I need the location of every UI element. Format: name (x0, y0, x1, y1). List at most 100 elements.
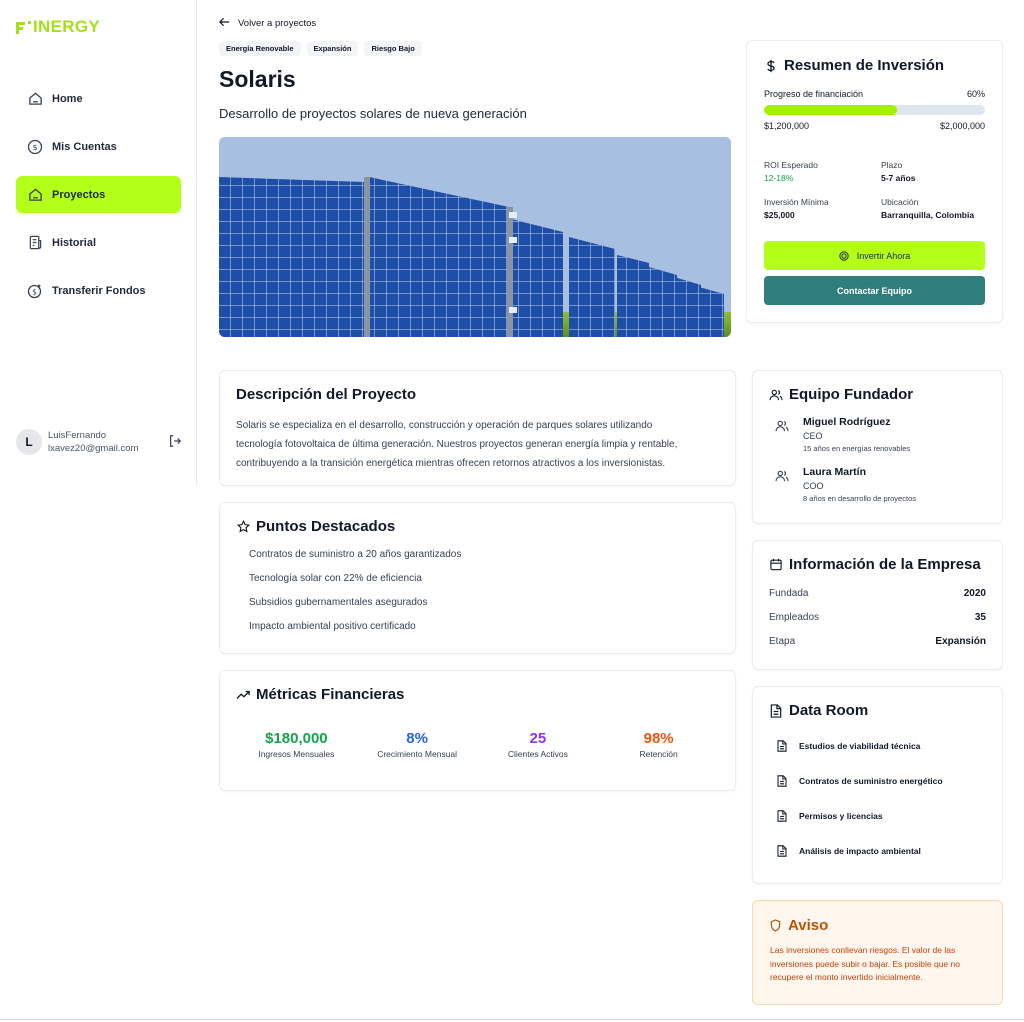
data-room-doc[interactable]: Estudios de viabilidad técnica (769, 728, 986, 763)
user-name: LuisFernando (48, 430, 107, 441)
logout-icon[interactable] (168, 434, 182, 448)
page-bottom-divider (0, 1019, 1024, 1020)
sidebar-item-label: Historial (52, 236, 97, 249)
roi-value: 12-18% (764, 173, 794, 183)
document-icon (777, 810, 788, 822)
term-field: Plazo 5-7 años (881, 160, 985, 183)
member-role: COO (803, 481, 824, 491)
row-value: 35 (974, 612, 986, 623)
amount-raised: $1,200,000 (764, 121, 810, 131)
contact-team-button[interactable]: Contactar Equipo (764, 276, 985, 305)
sidebar-item-home[interactable]: Home (16, 80, 181, 117)
users-icon (769, 388, 783, 402)
funding-progress: Progreso de financiación 60% $1,200,000 … (764, 89, 985, 131)
sidebar-item-proyectos[interactable]: Proyectos (16, 176, 181, 213)
min-investment-value: $25,000 (764, 210, 795, 220)
data-room-doc[interactable]: Contratos de suministro energético (769, 763, 986, 798)
team-member: Miguel Rodríguez CEO 15 años en energías… (769, 416, 986, 453)
company-rows: Fundada 2020 Empleados 35 Etapa Expansió… (769, 588, 986, 660)
sidebar: INERGY Home $ Mis Cuentas Proyectos Hist… (0, 0, 197, 486)
metric-label: Retención (639, 749, 678, 759)
page-title: Solaris (219, 66, 296, 92)
contact-team-label: Contactar Equipo (836, 285, 912, 296)
team-title: Equipo Fundador (789, 386, 914, 403)
sidebar-item-historial[interactable]: Historial (16, 224, 181, 261)
document-icon (777, 740, 788, 752)
doc-label: Permisos y licencias (799, 810, 883, 821)
metrics-title: Métricas Financieras (256, 686, 405, 703)
progress-header: Progreso de financiación 60% (764, 89, 985, 99)
description-card: Descripción del Proyecto Solaris se espe… (219, 370, 736, 486)
metric-label: Clientes Activos (507, 749, 568, 759)
data-room-card: Data Room Estudios de viabilidad técnica… (752, 686, 1003, 884)
sidebar-item-transferir-fondos[interactable]: $ Transferir Fondos (16, 272, 181, 309)
row-label: Etapa (769, 636, 796, 647)
doc-label: Análisis de impacto ambiental (799, 845, 921, 856)
doc-label: Estudios de viabilidad técnica (799, 740, 921, 751)
metrics-row: $180,000 Ingresos Mensuales 8% Crecimien… (236, 730, 719, 759)
dollar-icon (764, 59, 778, 73)
location-field: Ubicación Barranquilla, Colombia (881, 197, 985, 220)
row-label: Empleados (769, 612, 820, 623)
progress-percent: 60% (966, 89, 985, 99)
home-icon (26, 186, 44, 204)
users-icon (775, 469, 793, 487)
svg-text:$: $ (32, 287, 37, 296)
data-room-doc[interactable]: Permisos y licencias (769, 798, 986, 833)
sidebar-item-label: Home (52, 92, 83, 105)
sidebar-item-mis-cuentas[interactable]: $ Mis Cuentas (16, 128, 181, 165)
svg-text:$: $ (32, 143, 37, 152)
row-label: Fundada (769, 588, 809, 599)
metric-label: Ingresos Mensuales (258, 749, 335, 759)
brand-logo-text: INERGY (33, 17, 100, 36)
brand-logo[interactable]: INERGY (16, 17, 100, 37)
list-item: Tecnología solar con 22% de eficiencia (249, 573, 422, 584)
team-header: Equipo Fundador (769, 386, 986, 403)
tag: Expansión (306, 41, 359, 56)
highlights-header: Puntos Destacados (236, 518, 719, 535)
investment-title: Resumen de Inversión (784, 57, 945, 74)
logo-mark-icon (16, 20, 33, 34)
company-row-founded: Fundada 2020 (769, 588, 986, 612)
metric-retencion: 98% Retención (598, 730, 719, 759)
metric-value: 8% (406, 730, 428, 747)
risk-notice: Aviso Las inversiones conllevan riesgos.… (752, 900, 1003, 1005)
page-subtitle: Desarrollo de proyectos solares de nueva… (219, 106, 527, 121)
invest-now-button[interactable]: Invertir Ahora (764, 241, 985, 270)
company-title: Información de la Empresa (789, 556, 981, 573)
description-title: Descripción del Proyecto (236, 386, 417, 403)
data-room-doc[interactable]: Análisis de impacto ambiental (769, 833, 986, 868)
progress-label: Progreso de financiación (764, 89, 864, 99)
dollar-circle-icon: $ (26, 138, 44, 156)
back-link[interactable]: Volver a proyectos (219, 17, 316, 30)
description-line: contribuyendo a la transición energética… (236, 458, 666, 469)
sidebar-item-label: Mis Cuentas (52, 140, 117, 153)
member-experience: 8 años en desarrollo de proyectos (803, 494, 916, 503)
company-info-card: Información de la Empresa Fundada 2020 E… (752, 540, 1003, 670)
avatar: L (16, 429, 42, 455)
list-item: Contratos de suministro a 20 años garant… (249, 549, 462, 560)
description-text: Solaris se especializa en el desarrollo,… (236, 416, 719, 473)
notice-header: Aviso (770, 917, 985, 934)
user-profile[interactable]: L LuisFernando lxavez20@gmail.com (16, 428, 186, 456)
company-row-stage: Etapa Expansión (769, 636, 986, 660)
data-room-title: Data Room (789, 702, 869, 719)
tag: Riesgo Bajo (364, 41, 422, 56)
company-row-employees: Empleados 35 (769, 612, 986, 636)
min-investment-field: Inversión Mínima $25,000 (764, 197, 881, 220)
sidebar-nav: Home $ Mis Cuentas Proyectos Historial $… (16, 80, 181, 320)
description-line: Solaris se especializa en el desarrollo,… (236, 420, 653, 431)
highlights-card: Puntos Destacados Contratos de suministr… (219, 502, 736, 654)
metric-value: 98% (643, 730, 674, 747)
invest-now-label: Invertir Ahora (856, 250, 911, 261)
member-experience: 15 años en energías renovables (803, 444, 911, 453)
back-link-label: Volver a proyectos (238, 18, 317, 29)
home-icon (26, 90, 44, 108)
project-tags: Energía Renovable Expansión Riesgo Bajo (219, 41, 422, 56)
company-header: Información de la Empresa (769, 556, 986, 573)
coin-icon (839, 250, 849, 261)
metrics-card: Métricas Financieras $180,000 Ingresos M… (219, 670, 736, 791)
progress-bar-fill (764, 105, 897, 115)
shield-icon (770, 919, 782, 932)
sidebar-item-label: Proyectos (52, 188, 106, 201)
